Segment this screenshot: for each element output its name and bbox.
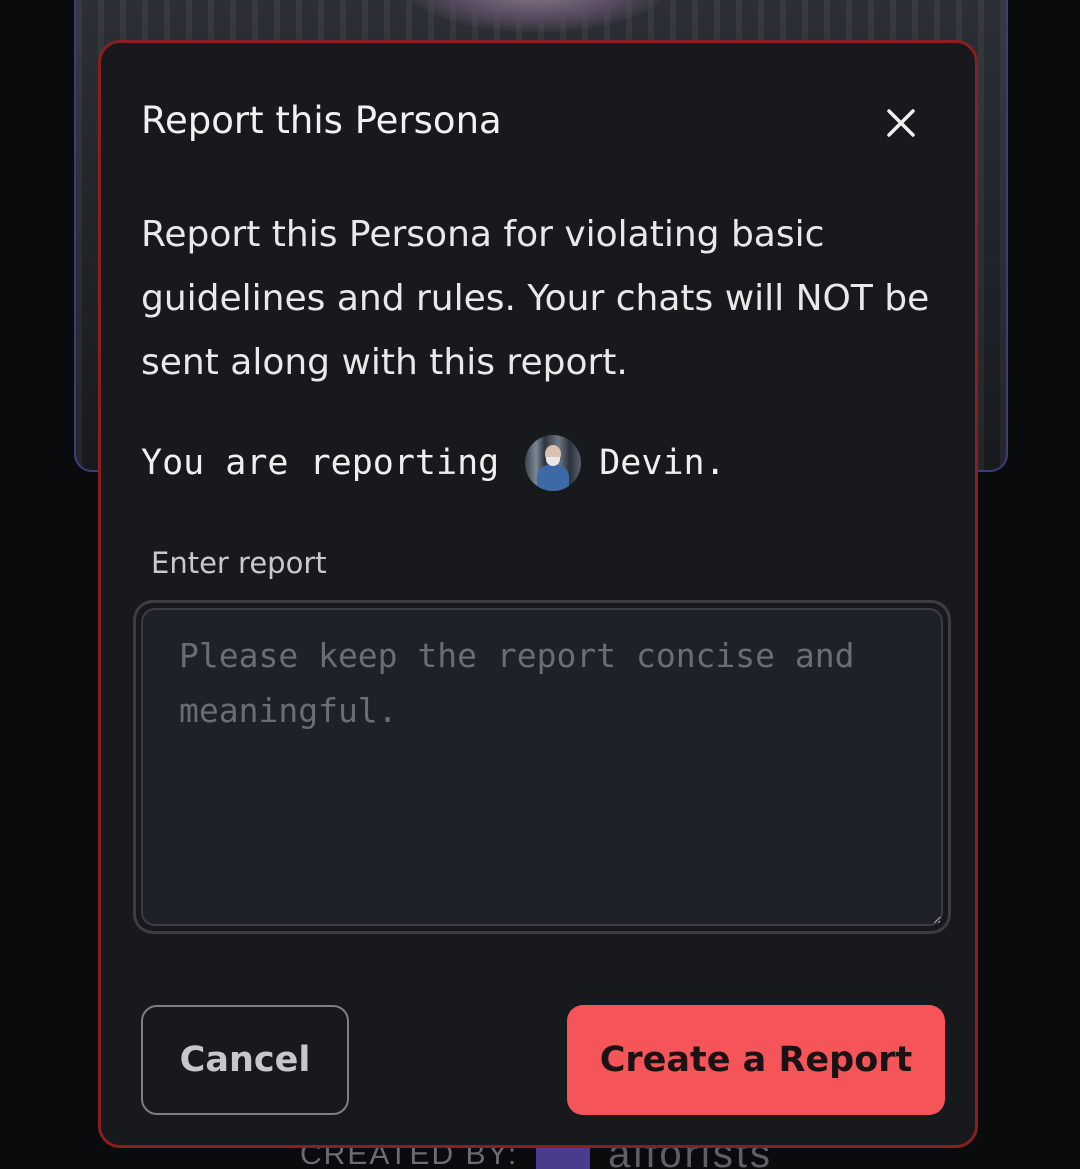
report-persona-modal: Report this Persona Report this Persona … (98, 40, 978, 1148)
report-input-wrapper (133, 600, 951, 934)
report-description: Report this Persona for violating basic … (141, 214, 930, 383)
close-button[interactable] (881, 103, 921, 143)
report-input[interactable] (141, 608, 943, 926)
cancel-button[interactable]: Cancel (141, 1005, 349, 1115)
reporting-target: You are reporting Devin. (141, 433, 726, 493)
modal-title: Report this Persona (141, 99, 502, 142)
background-persona-image (406, 0, 666, 32)
close-icon (887, 109, 915, 137)
persona-name: Devin. (599, 443, 726, 483)
report-field-label: Enter report (151, 546, 327, 580)
reporting-prefix: You are reporting (141, 443, 500, 483)
persona-avatar (525, 435, 582, 491)
create-report-button[interactable]: Create a Report (567, 1005, 945, 1115)
